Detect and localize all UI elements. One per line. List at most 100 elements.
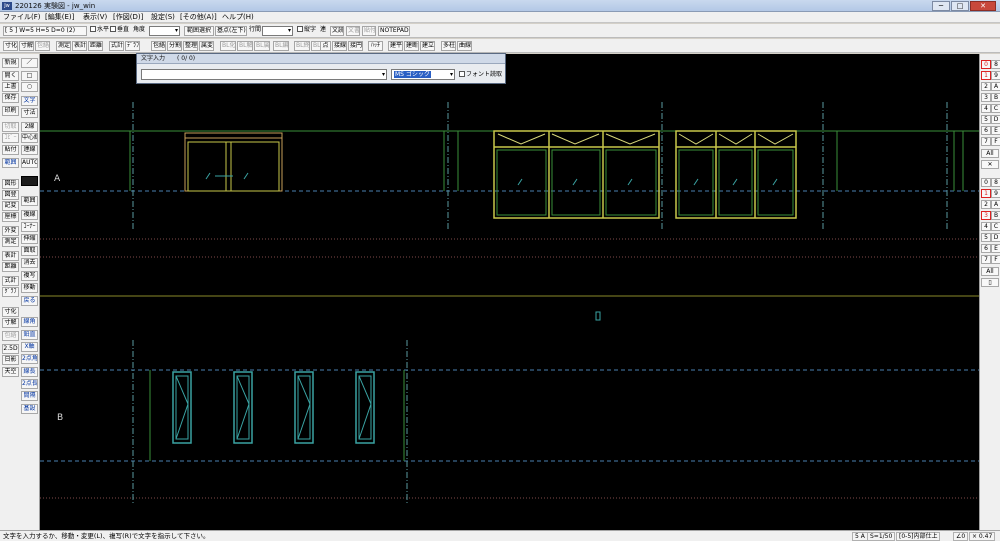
left-circle-tool[interactable]: ○ <box>21 82 38 92</box>
close-button[interactable]: ✕ <box>970 1 996 11</box>
left-measure[interactable]: 測定 <box>2 237 19 247</box>
left-center-line[interactable]: 中心線 <box>21 133 38 143</box>
layer-reverse-icon[interactable]: ✕ <box>981 160 999 169</box>
vertical-text-option[interactable]: 縦字 <box>297 26 316 36</box>
left-line-tool[interactable]: ／ <box>21 58 38 68</box>
left-copy[interactable]: ｺﾋﾟｰ <box>2 133 19 143</box>
status-layer[interactable]: 5 A <box>852 532 868 541</box>
tb2-block-attr[interactable]: BL属 <box>254 41 270 51</box>
group-a[interactable]: A <box>991 200 1000 209</box>
left-plumb[interactable]: 鉛直 <box>21 330 38 340</box>
left-graph[interactable]: ｸﾞﾗﾌ <box>2 287 19 297</box>
left-distance[interactable]: 距離 <box>2 262 19 272</box>
left-external-change[interactable]: 外変 <box>2 226 19 236</box>
tb2-arch-section[interactable]: 建断 <box>404 41 419 51</box>
left-range-select[interactable]: 範囲 <box>21 196 38 206</box>
left-duplicate[interactable]: 複写 <box>21 271 38 281</box>
group-d[interactable]: D <box>991 233 1000 242</box>
left-record-change[interactable]: 記変 <box>2 201 19 211</box>
layer-5[interactable]: 5 <box>981 115 991 124</box>
group-5[interactable]: 5 <box>981 233 991 242</box>
connect-option[interactable]: 連 <box>320 26 326 36</box>
group-8[interactable]: 8 <box>991 178 1000 187</box>
tb2-arch-plan[interactable]: 建平 <box>388 41 403 51</box>
group-b[interactable]: B <box>991 211 1000 220</box>
tb2-attr-change[interactable]: 属変 <box>199 41 214 51</box>
horizontal-checkbox[interactable] <box>90 26 96 32</box>
left-envelope[interactable]: 包絡 <box>2 331 19 341</box>
tb2-block-make[interactable]: BL化 <box>220 41 236 51</box>
layer-7[interactable]: 7 <box>981 137 991 146</box>
left-cut[interactable]: 切取 <box>2 122 19 132</box>
tb2-envelope-2[interactable]: 包絡 <box>151 41 166 51</box>
doc-read-button[interactable]: 文読 <box>330 26 344 36</box>
text-input-field[interactable] <box>141 69 387 80</box>
group-all-button[interactable]: All <box>981 267 999 276</box>
menu-draw[interactable]: [作図(D)] <box>113 13 143 22</box>
menu-other[interactable]: [その他(A)] <box>180 13 217 22</box>
tb2-arch-elevation[interactable]: 建立 <box>420 41 435 51</box>
left-paste[interactable]: 貼付 <box>2 145 19 155</box>
text-type-field[interactable]: [ 5 ] W=5 H=5 D=0 (2) <box>3 26 87 36</box>
notepad-button[interactable]: NOTEPAD <box>378 26 410 36</box>
left-x-axis[interactable]: X軸 <box>21 342 38 352</box>
left-dimension-tool[interactable]: 寸法 <box>21 108 38 118</box>
drawing-canvas[interactable]: A B <box>40 54 979 530</box>
status-scale[interactable]: S=1/50 <box>867 532 896 541</box>
font-select[interactable]: MS ゴシック <box>391 69 455 80</box>
left-line-type-swatch[interactable] <box>21 176 38 186</box>
menu-edit[interactable]: [編集(E)] <box>45 13 74 22</box>
left-2-5d[interactable]: 2.5D <box>2 344 19 354</box>
menu-settings[interactable]: 設定(S) <box>151 13 175 22</box>
group-3[interactable]: 3 <box>981 211 991 220</box>
left-coordinates[interactable]: 座標 <box>2 212 19 222</box>
left-overwrite[interactable]: 上書 <box>2 82 19 92</box>
left-continuous-line[interactable]: 連線 <box>21 145 38 155</box>
left-copy-line[interactable]: 複線 <box>21 210 38 220</box>
layer-d[interactable]: D <box>991 115 1000 124</box>
tb2-distance[interactable]: 距離 <box>88 41 103 51</box>
group-1[interactable]: 1 <box>981 189 991 198</box>
status-zoom[interactable]: × 0.47 <box>969 532 996 541</box>
left-two-point-length[interactable]: 2点長 <box>21 379 38 389</box>
left-shadow[interactable]: 日影 <box>2 355 19 365</box>
left-dim-merge[interactable]: 寸化 <box>2 307 19 317</box>
left-stretch[interactable]: 伸縮 <box>21 234 38 244</box>
layer-all-button[interactable]: All <box>981 149 999 158</box>
left-interval[interactable]: 間隔 <box>21 391 38 401</box>
layer-2[interactable]: 2 <box>981 82 991 91</box>
layer-e[interactable]: E <box>991 126 1000 135</box>
group-e[interactable]: E <box>991 244 1000 253</box>
left-two-point-angle[interactable]: 2点角 <box>21 354 38 364</box>
tb2-divide[interactable]: 分割 <box>167 41 182 51</box>
tb2-point[interactable]: 点 <box>320 41 331 51</box>
status-layer-name[interactable]: [0-5]内部仕上 <box>896 532 941 541</box>
left-table-calc[interactable]: 表計 <box>2 251 19 261</box>
group-2[interactable]: 2 <box>981 200 991 209</box>
menu-file[interactable]: ファイル(F) <box>3 13 41 22</box>
left-auto[interactable]: AUTO <box>21 158 38 168</box>
vertical-option[interactable]: 垂直 <box>110 26 129 36</box>
font-read-checkbox[interactable] <box>459 71 465 77</box>
left-base-setting[interactable]: 基設 <box>21 404 38 414</box>
left-dim-split[interactable]: 寸解 <box>2 318 19 328</box>
group-0[interactable]: 0 <box>981 178 991 187</box>
group-f[interactable]: F <box>991 255 1000 264</box>
tb2-graph[interactable]: ﾃﾞﾗﾌ <box>125 41 140 51</box>
group-7[interactable]: 7 <box>981 255 991 264</box>
layer-0[interactable]: 0 <box>981 60 991 69</box>
minimize-button[interactable]: ─ <box>932 1 950 11</box>
left-print[interactable]: 印刷 <box>2 106 19 116</box>
font-read-option[interactable]: フォント読取 <box>459 70 502 79</box>
vertical-checkbox[interactable] <box>110 26 116 32</box>
left-chamfer[interactable]: 面取 <box>21 246 38 256</box>
paste-text-button[interactable]: 貼付 <box>362 26 376 36</box>
layer-4[interactable]: 4 <box>981 104 991 113</box>
left-double-line[interactable]: 2線 <box>21 122 38 132</box>
tb2-dim-split[interactable]: 寸解 <box>19 41 34 51</box>
group-c[interactable]: C <box>991 222 1000 231</box>
left-figure-register[interactable]: 図登 <box>2 190 19 200</box>
group-9[interactable]: 9 <box>991 189 1000 198</box>
tb2-table-calc[interactable]: 表計 <box>72 41 87 51</box>
tb2-formula[interactable]: 式計 <box>109 41 124 51</box>
